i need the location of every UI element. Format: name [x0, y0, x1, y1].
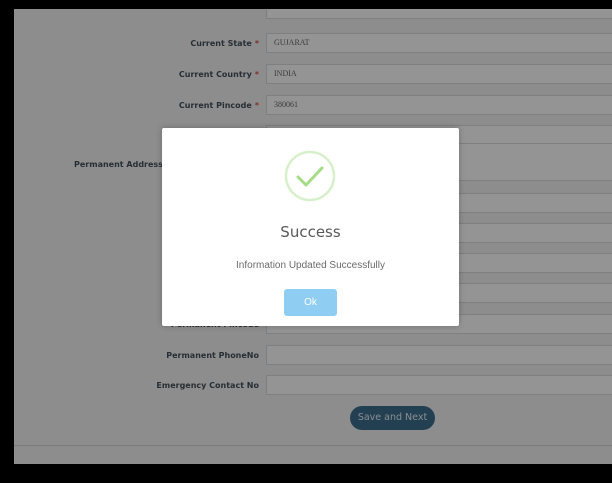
- page-viewport: Current State * GUJARAT Current Country * …: [14, 9, 612, 464]
- check-circle-icon: [284, 150, 336, 202]
- dialog-title: Success: [280, 223, 341, 241]
- dialog-message: Information Updated Successfully: [236, 260, 385, 271]
- ok-button[interactable]: Ok: [284, 289, 337, 316]
- screenshot-frame: Current State * GUJARAT Current Country * …: [0, 0, 612, 483]
- success-dialog: Success Information Updated Successfully…: [162, 128, 459, 326]
